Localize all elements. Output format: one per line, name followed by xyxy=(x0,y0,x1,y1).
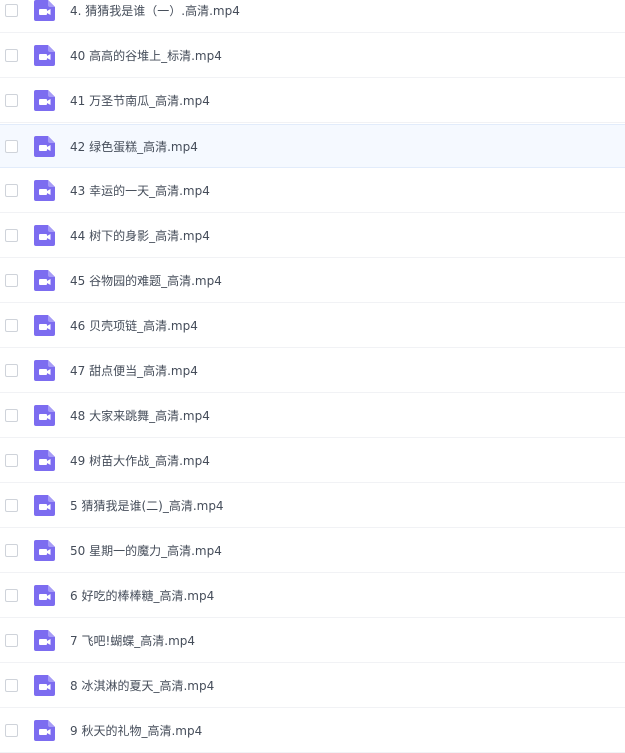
row-checkbox[interactable] xyxy=(5,319,18,332)
file-name[interactable]: 8 冰淇淋的夏天_高清.mp4 xyxy=(70,664,214,708)
row-checkbox[interactable] xyxy=(5,274,18,287)
row-checkbox[interactable] xyxy=(5,634,18,647)
video-file-icon xyxy=(33,269,56,292)
file-name[interactable]: 5 猜猜我是谁(二)_高清.mp4 xyxy=(70,484,224,528)
list-item[interactable]: 43 幸运的一天_高清.mp4 xyxy=(0,169,625,213)
row-checkbox[interactable] xyxy=(5,589,18,602)
file-name[interactable]: 41 万圣节南瓜_高清.mp4 xyxy=(70,79,210,123)
row-checkbox[interactable] xyxy=(5,364,18,377)
video-file-icon xyxy=(33,674,56,697)
list-item[interactable]: 41 万圣节南瓜_高清.mp4 xyxy=(0,79,625,123)
row-checkbox[interactable] xyxy=(5,544,18,557)
list-item[interactable]: 46 贝壳项链_高清.mp4 xyxy=(0,304,625,348)
list-item[interactable]: 44 树下的身影_高清.mp4 xyxy=(0,214,625,258)
list-item[interactable]: 7 飞吧!蝴蝶_高清.mp4 xyxy=(0,619,625,663)
video-file-icon xyxy=(33,0,56,22)
file-name[interactable]: 4. 猜猜我是谁（一）.高清.mp4 xyxy=(70,0,240,33)
video-file-icon xyxy=(33,44,56,67)
list-item[interactable]: 45 谷物园的难题_高清.mp4 xyxy=(0,259,625,303)
list-item[interactable]: 49 树苗大作战_高清.mp4 xyxy=(0,439,625,483)
file-name[interactable]: 47 甜点便当_高清.mp4 xyxy=(70,349,198,393)
video-file-icon xyxy=(33,404,56,427)
row-checkbox[interactable] xyxy=(5,229,18,242)
list-item[interactable]: 47 甜点便当_高清.mp4 xyxy=(0,349,625,393)
row-checkbox[interactable] xyxy=(5,409,18,422)
video-file-icon xyxy=(33,719,56,742)
row-checkbox[interactable] xyxy=(5,94,18,107)
file-name[interactable]: 40 高高的谷堆上_标清.mp4 xyxy=(70,34,222,78)
row-checkbox[interactable] xyxy=(5,184,18,197)
video-file-icon xyxy=(33,135,56,158)
file-name[interactable]: 46 贝壳项链_高清.mp4 xyxy=(70,304,198,348)
row-checkbox[interactable] xyxy=(5,679,18,692)
video-file-icon xyxy=(33,629,56,652)
video-file-icon xyxy=(33,584,56,607)
video-file-icon xyxy=(33,449,56,472)
file-name[interactable]: 45 谷物园的难题_高清.mp4 xyxy=(70,259,222,303)
file-name[interactable]: 50 星期一的魔力_高清.mp4 xyxy=(70,529,222,573)
list-item[interactable]: 5 猜猜我是谁(二)_高清.mp4 xyxy=(0,484,625,528)
row-checkbox[interactable] xyxy=(5,49,18,62)
file-name[interactable]: 44 树下的身影_高清.mp4 xyxy=(70,214,210,258)
row-checkbox[interactable] xyxy=(5,140,18,153)
list-item[interactable]: 48 大家来跳舞_高清.mp4 xyxy=(0,394,625,438)
video-file-icon xyxy=(33,359,56,382)
list-item[interactable]: 4. 猜猜我是谁（一）.高清.mp4 xyxy=(0,0,625,33)
file-name[interactable]: 49 树苗大作战_高清.mp4 xyxy=(70,439,210,483)
file-name[interactable]: 9 秋天的礼物_高清.mp4 xyxy=(70,709,202,753)
row-checkbox[interactable] xyxy=(5,499,18,512)
file-name[interactable]: 7 飞吧!蝴蝶_高清.mp4 xyxy=(70,619,195,663)
list-item[interactable]: 6 好吃的棒棒糖_高清.mp4 xyxy=(0,574,625,618)
list-item[interactable]: 40 高高的谷堆上_标清.mp4 xyxy=(0,34,625,78)
row-checkbox[interactable] xyxy=(5,454,18,467)
video-file-icon xyxy=(33,539,56,562)
video-file-icon xyxy=(33,179,56,202)
video-file-icon xyxy=(33,89,56,112)
video-file-icon xyxy=(33,224,56,247)
list-item[interactable]: 42 绿色蛋糕_高清.mp4 xyxy=(0,124,625,168)
row-checkbox[interactable] xyxy=(5,724,18,737)
list-item[interactable]: 50 星期一的魔力_高清.mp4 xyxy=(0,529,625,573)
file-name[interactable]: 6 好吃的棒棒糖_高清.mp4 xyxy=(70,574,214,618)
row-checkbox[interactable] xyxy=(5,4,18,17)
video-file-icon xyxy=(33,314,56,337)
list-item[interactable]: 8 冰淇淋的夏天_高清.mp4 xyxy=(0,664,625,708)
file-name[interactable]: 43 幸运的一天_高清.mp4 xyxy=(70,169,210,213)
file-name[interactable]: 48 大家来跳舞_高清.mp4 xyxy=(70,394,210,438)
video-file-icon xyxy=(33,494,56,517)
list-item[interactable]: 9 秋天的礼物_高清.mp4 xyxy=(0,709,625,753)
file-name[interactable]: 42 绿色蛋糕_高清.mp4 xyxy=(70,125,198,169)
